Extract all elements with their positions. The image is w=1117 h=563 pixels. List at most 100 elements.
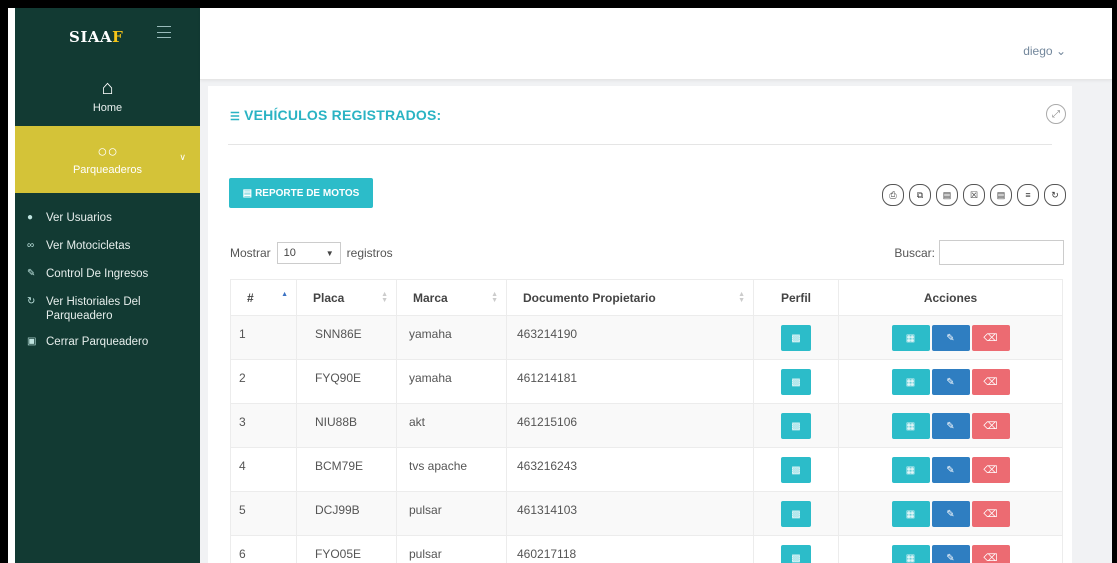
table-row: 4 BCM79E tvs apache 463216243 ▩ ▦ ✎ ⌫ <box>230 447 1063 492</box>
user-menu[interactable]: diego ⌄ <box>1023 44 1066 58</box>
cell-number: 2 <box>230 359 297 404</box>
sidebar-item-label: Cerrar Parqueadero <box>46 336 149 348</box>
cell-acciones: ▦ ✎ ⌫ <box>838 535 1063 563</box>
page-title: ☰ VEHÍCULOS REGISTRADOS: <box>230 107 441 123</box>
cell-marca: yamaha <box>396 315 507 360</box>
profile-card-icon[interactable]: ▩ <box>781 325 811 351</box>
cell-perfil: ▩ <box>753 403 839 448</box>
search-input[interactable] <box>939 240 1064 265</box>
expand-icon[interactable]: ⤢ <box>1046 104 1066 124</box>
sidebar-item-cerrar-parqueadero[interactable]: ▣ Cerrar Parqueadero <box>15 329 200 355</box>
trash-icon[interactable]: ⌫ <box>971 545 1010 563</box>
nav-home-label: Home <box>92 102 123 114</box>
page-length-value: 10 <box>283 247 296 259</box>
home-icon: ⌂ <box>101 77 114 99</box>
table-row: 5 DCJ99B pulsar 461314103 ▩ ▦ ✎ ⌫ <box>230 491 1063 536</box>
sort-icon: ▲ ▼ <box>738 291 745 304</box>
sidebar-item-label: Ver Historiales Del Parqueadero <box>46 296 141 322</box>
grid-icon[interactable]: ▦ <box>891 369 930 395</box>
pdf-icon[interactable]: ▤ <box>936 184 958 206</box>
sidebar-item-ver-usuarios[interactable]: ● Ver Usuarios <box>15 205 200 233</box>
profile-card-icon[interactable]: ▩ <box>781 369 811 395</box>
nav-home[interactable]: ⌂ Home <box>15 66 200 126</box>
copy-icon[interactable]: ⧉ <box>909 184 931 206</box>
brand-logo: SIAAF <box>69 28 124 46</box>
edit-pencil-icon[interactable]: ✎ <box>931 325 970 351</box>
column-header-number[interactable]: # ▲ <box>230 279 297 316</box>
cell-documento: 463216243 <box>506 447 754 492</box>
cell-number: 4 <box>230 447 297 492</box>
edit-pencil-icon[interactable]: ✎ <box>931 369 970 395</box>
sidebar-item-historiales[interactable]: ↻ Ver Historiales Del Parqueadero <box>15 289 200 329</box>
cell-placa: NIU88B <box>296 403 397 448</box>
user-name: diego <box>1023 44 1053 58</box>
edit-pencil-icon[interactable]: ✎ <box>931 413 970 439</box>
page-title-text: VEHÍCULOS REGISTRADOS: <box>244 107 442 123</box>
top-bar: diego ⌄ <box>200 8 1112 80</box>
menu-toggle-icon[interactable] <box>157 26 171 38</box>
print-icon[interactable]: ⎙ <box>882 184 904 206</box>
profile-card-icon[interactable]: ▩ <box>781 501 811 527</box>
trash-icon[interactable]: ⌫ <box>971 501 1010 527</box>
page-length-control: Mostrar 10 ▼ registros <box>230 242 393 264</box>
cell-marca: pulsar <box>396 491 507 536</box>
cell-placa: SNN86E <box>296 315 397 360</box>
grid-icon[interactable]: ▦ <box>891 457 930 483</box>
page-length-select[interactable]: 10 ▼ <box>276 242 341 264</box>
table-header-row: # ▲ Placa ▲ ▼ Marca ▲ ▼ Documento Propietario… <box>230 279 1063 316</box>
column-header-placa[interactable]: Placa ▲ ▼ <box>296 279 397 316</box>
show-label: Mostrar <box>230 246 271 260</box>
column-header-documento[interactable]: Documento Propietario ▲ ▼ <box>506 279 754 316</box>
cell-placa: DCJ99B <box>296 491 397 536</box>
divider <box>228 144 1052 145</box>
profile-card-icon[interactable]: ▩ <box>781 457 811 483</box>
column-header-marca[interactable]: Marca ▲ ▼ <box>396 279 507 316</box>
cell-perfil: ▩ <box>753 491 839 536</box>
trash-icon[interactable]: ⌫ <box>971 369 1010 395</box>
table-row: 3 NIU88B akt 461215106 ▩ ▦ ✎ ⌫ <box>230 403 1063 448</box>
sidebar-item-label: Ver Motocicletas <box>46 240 131 252</box>
trash-icon[interactable]: ⌫ <box>971 325 1010 351</box>
cell-acciones: ▦ ✎ ⌫ <box>838 491 1063 536</box>
edit-pencil-icon[interactable]: ✎ <box>931 501 970 527</box>
sidebar-item-label: Control De Ingresos <box>46 268 149 280</box>
export-buttons: ⎙ ⧉ ▤ ☒ ▤ ≡ ↻ <box>882 184 1066 206</box>
vehicles-table: # ▲ Placa ▲ ▼ Marca ▲ ▼ Documento Propietario… <box>230 279 1063 563</box>
nav-parqueaderos[interactable]: ○○ Parqueaderos ∨ <box>15 126 200 193</box>
edit-pencil-icon[interactable]: ✎ <box>931 545 970 563</box>
cell-perfil: ▩ <box>753 447 839 492</box>
cell-perfil: ▩ <box>753 315 839 360</box>
edit-pencil-icon[interactable]: ✎ <box>931 457 970 483</box>
profile-card-icon[interactable]: ▩ <box>781 413 811 439</box>
grid-icon[interactable]: ▦ <box>891 501 930 527</box>
sidebar-item-control-ingresos[interactable]: ✎ Control De Ingresos <box>15 261 200 289</box>
grid-icon[interactable]: ▦ <box>891 325 930 351</box>
refresh-icon[interactable]: ↻ <box>1044 184 1066 206</box>
cell-placa: FYO05E <box>296 535 397 563</box>
grid-icon[interactable]: ▦ <box>891 413 930 439</box>
brand: SIAAF <box>15 8 200 66</box>
sidebar-item-label: Ver Usuarios <box>46 212 112 224</box>
sidebar-item-ver-motocicletas[interactable]: ∞ Ver Motocicletas <box>15 233 200 261</box>
cell-number: 6 <box>230 535 297 563</box>
excel-icon[interactable]: ☒ <box>963 184 985 206</box>
search-control: Buscar: <box>894 240 1064 265</box>
trash-icon[interactable]: ⌫ <box>971 413 1010 439</box>
chevron-down-icon: ⌄ <box>1055 44 1066 58</box>
csv-icon[interactable]: ▤ <box>990 184 1012 206</box>
search-label: Buscar: <box>894 245 935 260</box>
vehicles-panel: ☰ VEHÍCULOS REGISTRADOS: ⤢ ▤ REPORTE DE MO… <box>208 86 1072 563</box>
motorcycle-icon: ∞ <box>27 240 35 251</box>
cell-documento: 463214190 <box>506 315 754 360</box>
report-button-label: REPORTE DE MOTOS <box>255 187 360 199</box>
trash-icon[interactable]: ⌫ <box>971 457 1010 483</box>
table-row: 6 FYO05E pulsar 460217118 ▩ ▦ ✎ ⌫ <box>230 535 1063 563</box>
records-label: registros <box>346 246 393 260</box>
chevron-down-icon: ∨ <box>179 152 186 162</box>
report-motos-button[interactable]: ▤ REPORTE DE MOTOS <box>229 178 373 208</box>
column-header-acciones: Acciones <box>838 279 1063 316</box>
sort-icon: ▲ ▼ <box>381 291 388 304</box>
columns-icon[interactable]: ≡ <box>1017 184 1039 206</box>
grid-icon[interactable]: ▦ <box>891 545 930 563</box>
profile-card-icon[interactable]: ▩ <box>781 545 811 563</box>
